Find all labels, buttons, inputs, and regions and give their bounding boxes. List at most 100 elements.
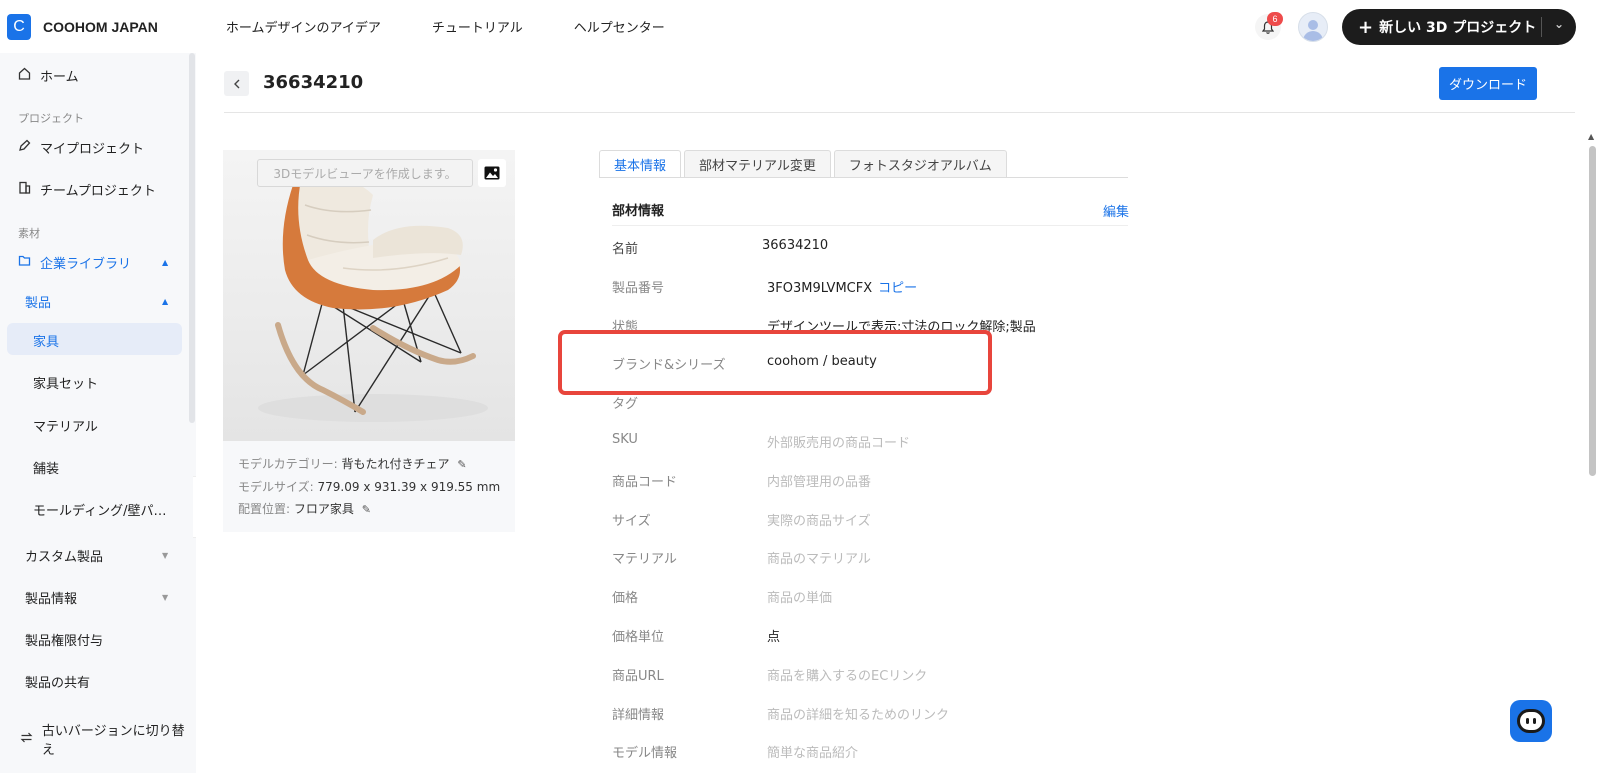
row-value-item-code: 内部管理用の品番 xyxy=(767,475,872,490)
picture-icon xyxy=(484,166,500,180)
download-button[interactable]: ダウンロード xyxy=(1439,67,1537,100)
sidebar-item-label: マイプロジェクト xyxy=(40,142,145,157)
row-label-price: 価格 xyxy=(612,591,639,606)
section-divider xyxy=(612,225,1128,226)
row-value-model-info: 簡単な商品紹介 xyxy=(767,746,859,761)
chat-widget-button[interactable] xyxy=(1510,700,1552,742)
highlight-box xyxy=(558,330,992,395)
3d-viewer-input[interactable]: 3Dモデルビューアを作成します。 xyxy=(257,159,473,187)
rocking-chair-illustration xyxy=(258,177,488,422)
top-nav: ホームデザインのアイデア チュートリアル ヘルプセンター xyxy=(226,17,665,36)
caret-down-icon[interactable]: ▼ xyxy=(162,551,168,560)
sidebar-item-product-permission[interactable]: 製品権限付与 xyxy=(25,630,103,649)
sidebar-item-home[interactable]: ホーム xyxy=(18,66,79,85)
model-size: モデルサイズ: 779.09 x 931.39 x 919.55 mm xyxy=(238,478,500,495)
top-bar: C COOHOM JAPAN ホームデザインのアイデア チュートリアル ヘルプセ… xyxy=(0,0,1600,53)
home-icon xyxy=(18,67,34,84)
row-value-product-number: 3FO3M9LVMCFX コピー xyxy=(767,277,917,296)
model-category-value: 背もたれ付きチェア xyxy=(341,457,450,471)
folder-icon xyxy=(18,254,34,271)
nav-tutorial[interactable]: チュートリアル xyxy=(432,17,523,36)
sidebar-section-material: 素材 xyxy=(18,227,40,240)
chat-icon xyxy=(1517,709,1545,733)
sidebar-item-product-info[interactable]: 製品情報 xyxy=(25,588,77,607)
copy-link[interactable]: コピー xyxy=(878,281,917,296)
detail-tabs: 基本情報 部材マテリアル変更 フォトスタジオアルバム xyxy=(599,150,1007,178)
scroll-up-arrow[interactable]: ▲ xyxy=(1588,132,1594,141)
avatar-icon xyxy=(1308,20,1318,30)
sidebar-item-products[interactable]: 製品 xyxy=(25,292,51,311)
sidebar-item-furniture[interactable]: 家具 xyxy=(33,331,59,350)
model-size-value: 779.09 x 931.39 x 919.55 mm xyxy=(317,480,501,494)
sidebar-item-product-sharing[interactable]: 製品の共有 xyxy=(25,672,90,691)
switch-old-version-link[interactable]: 古いバージョンに切り替え xyxy=(20,720,196,758)
brand-logo[interactable]: C xyxy=(7,13,31,40)
notification-button[interactable]: 6 xyxy=(1255,12,1283,40)
sidebar-item-my-projects[interactable]: マイプロジェクト xyxy=(18,138,144,157)
notification-badge: 6 xyxy=(1267,12,1283,26)
sidebar-item-team-projects[interactable]: チームプロジェクト xyxy=(18,180,156,199)
brand[interactable]: C COOHOM JAPAN xyxy=(7,13,158,40)
sidebar-item-label: ホーム xyxy=(40,70,79,85)
row-value-price: 商品の単価 xyxy=(767,591,833,606)
placement: 配置位置: フロア家具 ✎ xyxy=(238,500,371,517)
sidebar-item-furniture-set[interactable]: 家具セット xyxy=(33,373,98,392)
tab-photo-studio[interactable]: フォトスタジオアルバム xyxy=(833,150,1007,178)
new-project-label: 新しい 3D プロジェクト xyxy=(1379,20,1537,36)
back-button[interactable] xyxy=(224,71,249,96)
row-label-item-code: 商品コード xyxy=(612,475,678,490)
row-value-name: 36634210 xyxy=(762,238,829,253)
row-value-sku: 外部販売用の商品コード xyxy=(767,436,911,451)
sidebar-item-material[interactable]: マテリアル xyxy=(33,416,98,435)
chevron-left-icon xyxy=(233,79,239,88)
chevron-down-icon[interactable]: ⌄ xyxy=(1554,17,1564,31)
sidebar-item-paving[interactable]: 舗装 xyxy=(33,458,59,477)
sidebar-section-project: プロジェクト xyxy=(18,112,84,125)
caret-down-icon[interactable]: ▼ xyxy=(162,593,168,602)
main-content: 36634210 ダウンロード 3Dモデルビューアを作成します。 モデルカテゴリ… xyxy=(196,53,1600,773)
edit-link[interactable]: 編集 xyxy=(1103,201,1129,220)
sidebar-item-enterprise-library[interactable]: 企業ライブラリ xyxy=(18,253,131,272)
model-category-label: モデルカテゴリー: xyxy=(238,457,338,471)
avatar-body xyxy=(1303,31,1323,41)
row-label-price-unit: 価格単位 xyxy=(612,630,665,645)
tab-basic-info[interactable]: 基本情報 xyxy=(599,150,682,178)
row-label-name: 名前 xyxy=(612,242,639,257)
pen-icon xyxy=(18,139,34,156)
building-icon xyxy=(18,181,34,198)
main-scrollbar-thumb[interactable] xyxy=(1589,146,1596,476)
nav-design-ideas[interactable]: ホームデザインのアイデア xyxy=(226,17,381,36)
new-3d-project-button[interactable]: + 新しい 3D プロジェクト ⌄ xyxy=(1342,9,1576,45)
nav-help-center[interactable]: ヘルプセンター xyxy=(574,17,665,36)
row-label-material: マテリアル xyxy=(612,552,677,567)
image-button[interactable] xyxy=(478,159,506,187)
placement-value: フロア家具 xyxy=(293,502,354,516)
row-label-product-url: 商品URL xyxy=(612,669,664,684)
sidebar-scrollbar[interactable] xyxy=(189,53,195,423)
row-value-product-url: 商品を購入するのECリンク xyxy=(767,669,928,684)
caret-up-icon[interactable]: ▲ xyxy=(162,258,168,267)
brand-name[interactable]: COOHOM JAPAN xyxy=(43,19,158,35)
header-divider xyxy=(224,112,1575,113)
row-label-details: 詳細情報 xyxy=(612,708,665,723)
caret-up-icon[interactable]: ▲ xyxy=(162,297,168,306)
row-value-size: 実際の商品サイズ xyxy=(767,514,871,529)
product-image[interactable]: 3Dモデルビューアを作成します。 xyxy=(223,150,515,441)
pencil-icon[interactable]: ✎ xyxy=(457,458,466,471)
section-title: 部材情報 xyxy=(612,204,665,219)
sidebar-item-molding[interactable]: モールディング/壁パ… xyxy=(33,500,166,519)
page-title: 36634210 xyxy=(263,72,364,93)
tab-component-material[interactable]: 部材マテリアル変更 xyxy=(684,150,831,178)
avatar[interactable] xyxy=(1298,12,1328,42)
row-value-material: 商品のマテリアル xyxy=(767,552,871,567)
tabs-divider xyxy=(599,177,1128,178)
placement-label: 配置位置: xyxy=(238,502,291,516)
model-size-label: モデルサイズ: xyxy=(238,480,314,494)
chat-eye xyxy=(1526,718,1529,724)
switch-icon xyxy=(20,731,36,748)
row-label-tag: タグ xyxy=(612,397,639,412)
switch-old-version-label: 古いバージョンに切り替え xyxy=(41,724,185,758)
pencil-icon[interactable]: ✎ xyxy=(362,503,371,516)
sidebar-item-custom-products[interactable]: カスタム製品 xyxy=(25,546,103,565)
row-label-size: サイズ xyxy=(612,514,651,529)
